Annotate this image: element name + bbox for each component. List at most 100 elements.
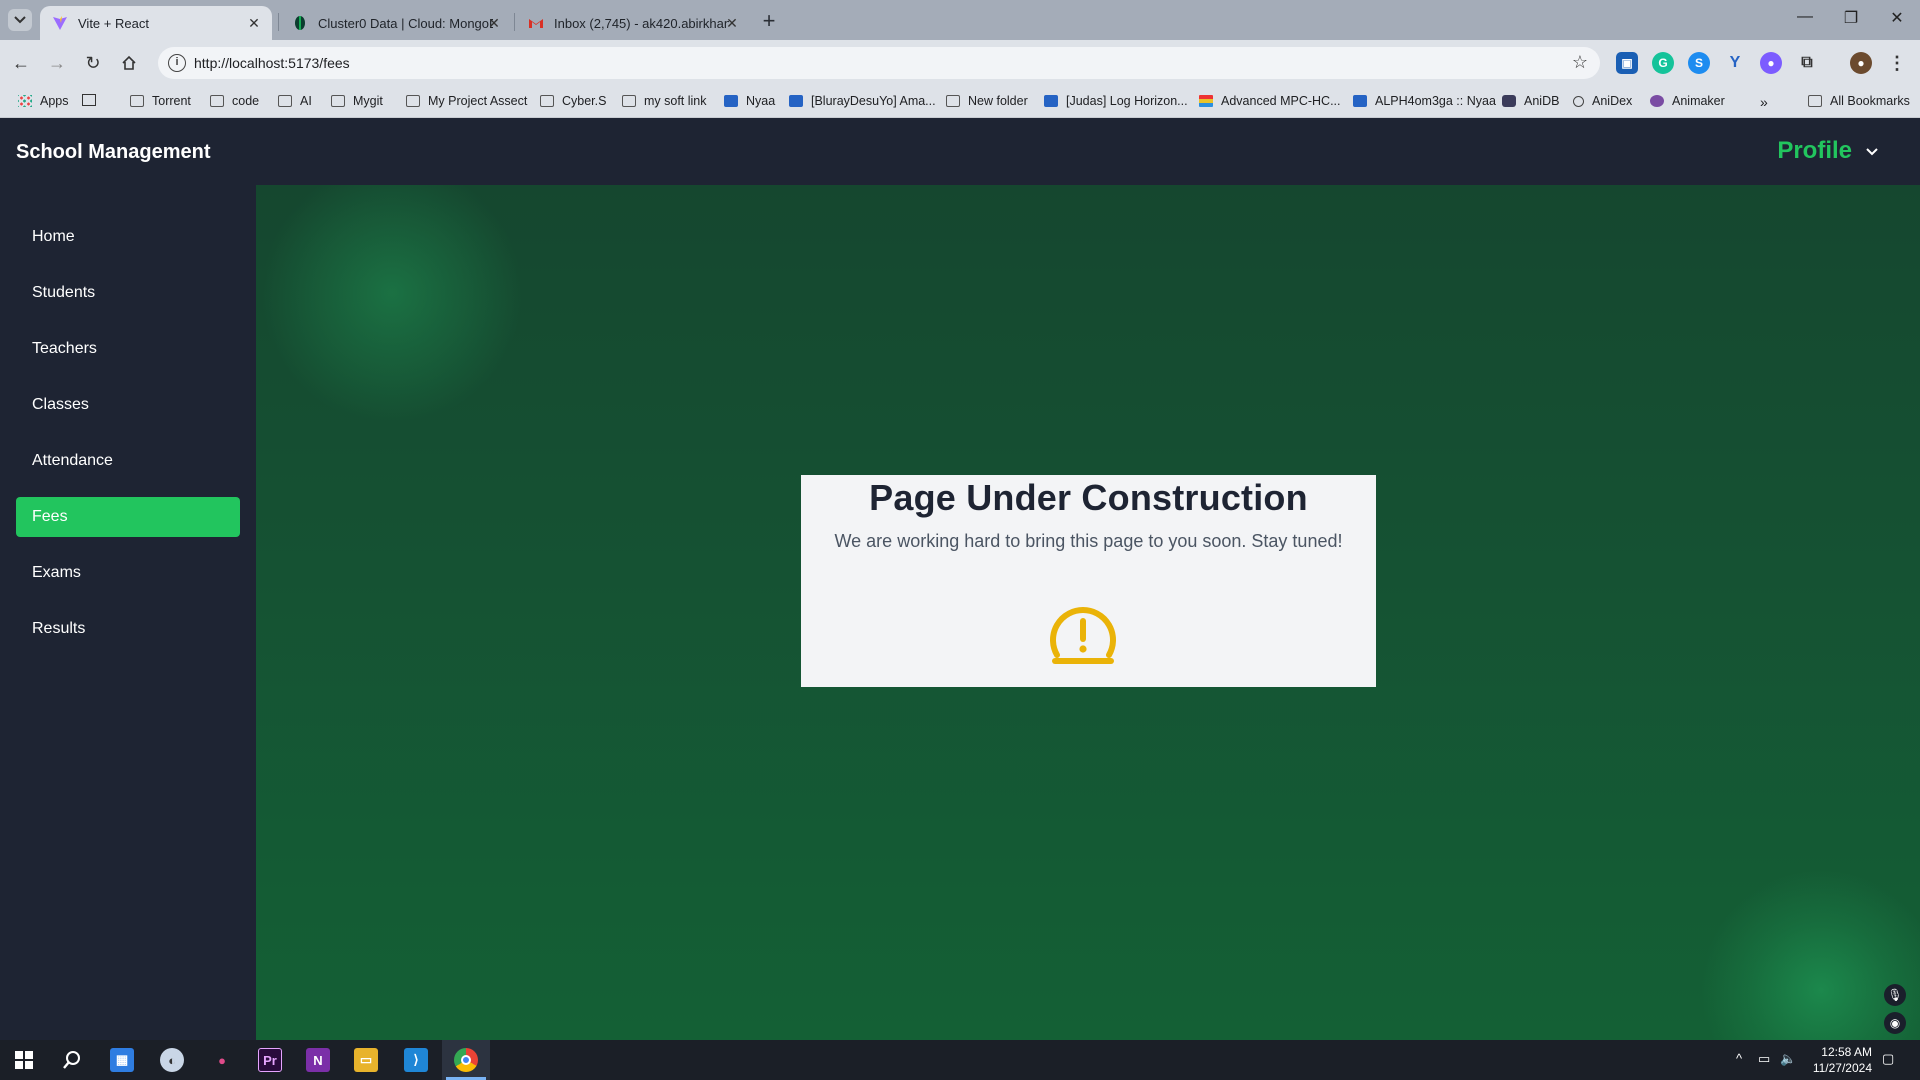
- sidebar: Home Students Teachers Classes Attendanc…: [0, 185, 256, 1040]
- tab-title: Vite + React: [78, 15, 149, 31]
- store-icon[interactable]: ▦: [110, 1048, 134, 1072]
- extension-icon[interactable]: Y: [1724, 52, 1746, 74]
- site-icon: [1044, 95, 1058, 107]
- bookmark-site[interactable]: Nyaa: [724, 94, 775, 108]
- bookmark-site[interactable]: [BlurayDesuYo] Ama...: [789, 94, 936, 108]
- bookmarks-overflow-button[interactable]: »: [1760, 94, 1768, 110]
- bookmark-folder[interactable]: my soft link: [622, 94, 707, 108]
- all-bookmarks-button[interactable]: All Bookmarks: [1808, 94, 1910, 108]
- bookmark-label: Apps: [40, 94, 69, 108]
- brand-title: School Management: [16, 141, 211, 163]
- bookmark-folder[interactable]: Torrent: [130, 94, 191, 108]
- microphone-icon[interactable]: 🎙: [1884, 984, 1906, 1006]
- apps-grid-icon: [18, 95, 32, 107]
- extension-icon[interactable]: S: [1688, 52, 1710, 74]
- bookmark-label: [Judas] Log Horizon...: [1066, 94, 1188, 108]
- new-tab-button[interactable]: +: [756, 8, 782, 34]
- chevron-up-icon[interactable]: ^: [1736, 1051, 1742, 1066]
- file-explorer-icon[interactable]: ▭: [354, 1048, 378, 1072]
- search-icon[interactable]: [60, 1048, 84, 1072]
- menu-dots-icon[interactable]: ⋮: [1886, 52, 1908, 74]
- taskbar-clock[interactable]: 12:58 AM 11/27/2024: [1813, 1044, 1872, 1076]
- folder-icon: [946, 95, 960, 107]
- site-icon: [1353, 95, 1367, 107]
- tab-gmail[interactable]: Inbox (2,745) - ak420.abirkhan@ ✕: [516, 6, 750, 40]
- bookmark-label: Torrent: [152, 94, 191, 108]
- chrome-icon[interactable]: [454, 1048, 478, 1072]
- extension-icon[interactable]: ▣: [1616, 52, 1638, 74]
- site-icon: [789, 95, 803, 107]
- target-icon[interactable]: ◉: [1884, 1012, 1906, 1034]
- minimize-button[interactable]: —: [1790, 8, 1820, 26]
- restore-button[interactable]: ❐: [1836, 8, 1866, 28]
- bookmark-label: New folder: [968, 94, 1028, 108]
- puzzle-icon[interactable]: ⧉: [1796, 52, 1818, 74]
- close-icon[interactable]: ✕: [724, 15, 740, 32]
- bookmark-label: My Project Assect: [428, 94, 528, 108]
- bookmark-label: code: [232, 94, 260, 108]
- extension-icon[interactable]: ●: [1760, 52, 1782, 74]
- sidebar-item-exams[interactable]: Exams: [16, 553, 240, 593]
- bookmark-apps[interactable]: Apps: [18, 94, 69, 108]
- close-icon[interactable]: ✕: [246, 15, 262, 32]
- sidebar-item-classes[interactable]: Classes: [16, 385, 240, 425]
- sidebar-item-fees[interactable]: Fees: [16, 497, 240, 537]
- notification-icon[interactable]: ▢: [1882, 1051, 1894, 1067]
- home-button[interactable]: [116, 50, 142, 76]
- profile-dropdown[interactable]: Profile: [1777, 137, 1880, 165]
- app-icon[interactable]: ◐: [160, 1048, 184, 1072]
- volume-icon[interactable]: 🔈: [1780, 1051, 1796, 1067]
- tab-search-button[interactable]: [8, 9, 32, 31]
- sidebar-item-teachers[interactable]: Teachers: [16, 329, 240, 369]
- grammarly-icon[interactable]: G: [1652, 52, 1674, 74]
- bookmark-star-icon[interactable]: ☆: [1572, 52, 1588, 73]
- sidebar-item-results[interactable]: Results: [16, 609, 240, 649]
- tab-mongodb[interactable]: Cluster0 Data | Cloud: MongoDB ✕: [280, 6, 512, 40]
- browser-toolbar: ← → ↻ i http://localhost:5173/fees ☆ ▣ G…: [0, 40, 1920, 86]
- bookmark-site[interactable]: Animaker: [1650, 94, 1725, 108]
- bookmark-folder[interactable]: New folder: [946, 94, 1028, 108]
- onenote-icon[interactable]: N: [306, 1048, 330, 1072]
- sidebar-item-students[interactable]: Students: [16, 273, 240, 313]
- bookmark-folder[interactable]: Mygit: [331, 94, 383, 108]
- bookmark-label: Nyaa: [746, 94, 776, 108]
- bookmark-folder[interactable]: AI: [278, 94, 312, 108]
- bookmark-label: Cyber.S: [562, 94, 607, 108]
- bookmark-label: AniDB: [1524, 94, 1560, 108]
- folder-icon: [210, 95, 224, 107]
- search-icon: [1573, 95, 1584, 107]
- premiere-pro-icon[interactable]: Pr: [258, 1048, 282, 1072]
- windows-start-icon[interactable]: [12, 1048, 36, 1072]
- profile-label: Profile: [1777, 137, 1852, 164]
- address-bar[interactable]: i http://localhost:5173/fees ☆: [158, 47, 1600, 79]
- avatar[interactable]: ●: [1850, 52, 1872, 74]
- close-window-button[interactable]: ✕: [1882, 8, 1912, 28]
- app-icon[interactable]: ●: [210, 1048, 234, 1072]
- tab-title: Cluster0 Data | Cloud: MongoDB: [318, 15, 493, 31]
- bookmark-label: ALPH4om3ga :: Nyaa: [1375, 94, 1496, 108]
- sidebar-item-home[interactable]: Home: [16, 217, 240, 257]
- bookmark-grid[interactable]: [82, 94, 104, 106]
- bookmark-site[interactable]: Advanced MPC-HC...: [1199, 94, 1340, 108]
- bookmark-site[interactable]: [Judas] Log Horizon...: [1044, 94, 1188, 108]
- tab-vite-react[interactable]: Vite + React ✕: [40, 6, 272, 40]
- bookmark-label: AI: [300, 94, 312, 108]
- folder-icon: [331, 95, 345, 107]
- bookmark-site[interactable]: AniDex: [1573, 94, 1632, 108]
- close-icon[interactable]: ✕: [486, 15, 502, 32]
- bookmark-site[interactable]: AniDB: [1502, 94, 1559, 108]
- bookmark-folder[interactable]: Cyber.S: [540, 94, 606, 108]
- sidebar-item-attendance[interactable]: Attendance: [16, 441, 240, 481]
- taskbar: ▦ ◐ ● Pr N ▭ ⟩ ^ ▭ 🔈 12:58 AM 11/27/2024…: [0, 1040, 1920, 1080]
- network-icon[interactable]: ▭: [1758, 1051, 1770, 1067]
- vscode-icon[interactable]: ⟩: [404, 1048, 428, 1072]
- bookmark-folder[interactable]: code: [210, 94, 259, 108]
- chevron-down-icon: [14, 16, 26, 24]
- site-info-icon[interactable]: i: [168, 54, 186, 72]
- reload-button[interactable]: ↻: [80, 50, 106, 76]
- bookmark-site[interactable]: ALPH4om3ga :: Nyaa: [1353, 94, 1496, 108]
- bookmark-folder[interactable]: My Project Assect: [406, 94, 527, 108]
- back-button[interactable]: ←: [8, 50, 34, 76]
- url-text[interactable]: http://localhost:5173/fees: [194, 55, 350, 71]
- forward-button[interactable]: →: [44, 50, 70, 76]
